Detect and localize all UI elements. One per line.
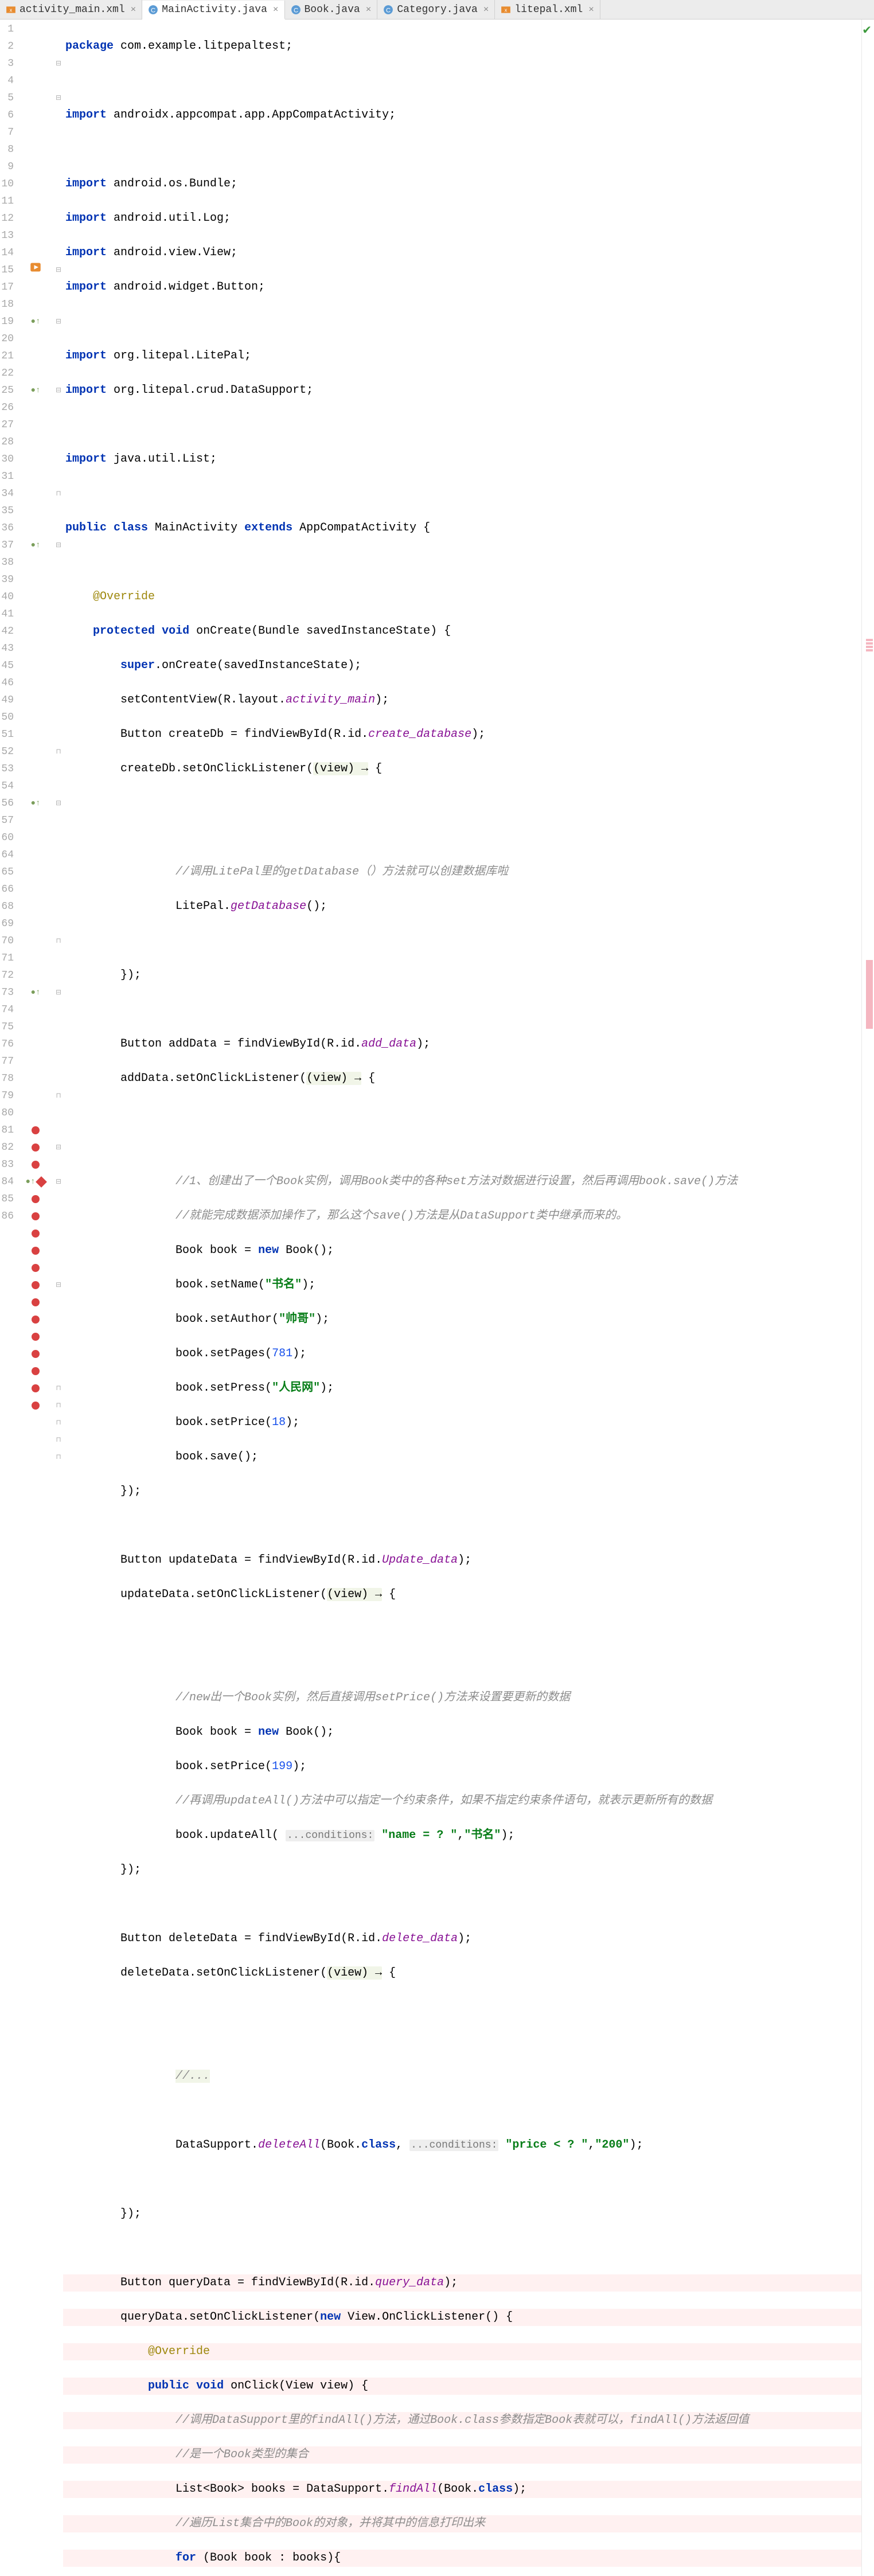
svg-text:C: C [386,7,391,14]
java-class-icon: C [148,5,158,15]
tab-label: activity_main.xml [19,4,125,15]
implements-up-icon[interactable]: ●↑ [31,795,41,812]
svg-text:x: x [505,7,508,13]
gutter-line-numbers: 12345 678910 1112131415 17181920 212225 … [0,19,17,2576]
breakpoint-icon[interactable] [32,1212,40,1220]
breakpoint-icon[interactable] [32,1316,40,1324]
svg-text:C: C [151,7,155,14]
code-area[interactable]: package com.example.litpepaltest; import… [63,19,861,2576]
breakpoint-icon[interactable] [32,1402,40,1410]
close-icon[interactable]: × [273,5,279,15]
run-class-icon[interactable] [30,261,41,279]
override-up-icon[interactable]: ●↑ [31,313,41,330]
breakpoint-icon[interactable] [32,1333,40,1341]
gutter-fold[interactable]: ⊟⊟ ⊟ ⊟ ⊟ ⊓⊟ ⊓⊟ ⊓⊟ ⊓ ⊟⊟ ⊟ ⊓⊓⊓ ⊓⊓ [54,19,63,2576]
breakpoint-icon[interactable] [32,1247,40,1255]
implements-up-icon[interactable]: ●↑ [26,1173,36,1191]
tab-main-activity-java[interactable]: C MainActivity.java × [142,1,284,19]
implements-up-icon[interactable]: ●↑ [31,382,41,399]
editor-tab-bar: x activity_main.xml × C MainActivity.jav… [0,0,874,19]
check-icon: ✔ [862,23,872,38]
implements-up-icon[interactable]: ●↑ [31,984,41,1001]
java-class-icon: C [291,5,301,15]
breakpoint-icon[interactable] [32,1350,40,1358]
code-editor[interactable]: 12345 678910 1112131415 17181920 212225 … [0,19,874,2576]
breakpoint-icon[interactable] [32,1367,40,1375]
diamond-breakpoint-icon[interactable] [36,1176,48,1188]
close-icon[interactable]: × [588,5,594,15]
implements-up-icon[interactable]: ●↑ [31,537,41,554]
breakpoint-icon[interactable] [32,1143,40,1152]
xml-file-icon: x [6,5,16,15]
tab-litepal-xml[interactable]: x litepal.xml × [495,0,600,19]
breakpoint-icon[interactable] [32,1298,40,1306]
xml-file-icon: x [501,5,511,15]
tab-book-java[interactable]: C Book.java × [285,0,378,19]
tab-label: litepal.xml [514,4,583,15]
right-stripe[interactable]: ✔ [861,19,874,2576]
tab-label: MainActivity.java [162,4,267,15]
breakpoint-icon[interactable] [32,1126,40,1134]
breakpoint-icon[interactable] [32,1195,40,1203]
tab-activity-main-xml[interactable]: x activity_main.xml × [0,0,142,19]
close-icon[interactable]: × [131,5,136,15]
close-icon[interactable]: × [366,5,372,15]
breakpoint-icon[interactable] [32,1230,40,1238]
gutter-marks[interactable]: ●↑ ●↑ ●↑ ●↑ ●↑ ●↑ [17,19,54,2576]
svg-text:x: x [10,7,13,13]
breakpoint-icon[interactable] [32,1264,40,1272]
svg-text:C: C [293,7,298,14]
tab-category-java[interactable]: C Category.java × [377,0,495,19]
tab-label: Category.java [397,4,477,15]
close-icon[interactable]: × [483,5,489,15]
breakpoint-icon[interactable] [32,1384,40,1392]
breakpoint-icon[interactable] [32,1161,40,1169]
java-class-icon: C [383,5,393,15]
tab-label: Book.java [305,4,360,15]
